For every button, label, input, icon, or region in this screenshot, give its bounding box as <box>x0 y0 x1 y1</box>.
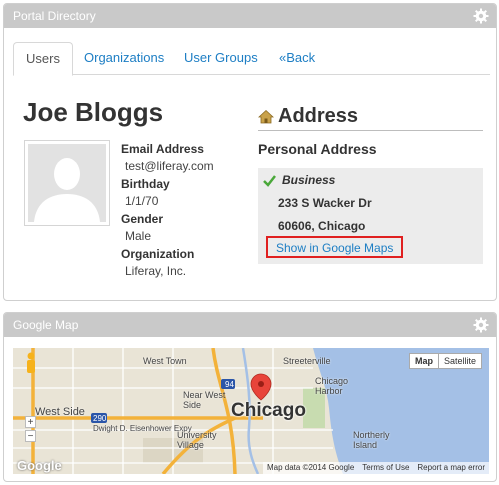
portlet-title: Google Map <box>13 318 79 332</box>
personal-address-heading: Personal Address <box>258 141 377 157</box>
portlet-title: Portal Directory <box>13 9 96 23</box>
birthday-value: 1/1/70 <box>125 194 159 208</box>
map-label: West Side <box>35 406 85 418</box>
address-type-label: Business <box>282 173 336 187</box>
map-label: University Village <box>177 430 217 450</box>
map-type-button-map[interactable]: Map <box>409 353 439 369</box>
address-type: Business <box>263 173 335 187</box>
google-map-portlet: Google Map 94 290 West Town Streetervill… <box>3 312 497 482</box>
portal-directory-portlet: Portal Directory Users Organizations Use… <box>3 3 497 301</box>
gear-icon[interactable] <box>473 8 489 24</box>
map-label: Chicago Harbor <box>315 376 349 396</box>
address-card: Business 233 S Wacker Dr 60606, Chicago … <box>258 168 483 264</box>
gender-value: Male <box>125 229 152 243</box>
report-map-error-link[interactable]: Report a map error <box>417 462 485 474</box>
city-zip: 60606, Chicago <box>278 219 366 233</box>
tab-bar: Users Organizations User Groups «Back <box>13 38 490 76</box>
user-info: Email Address test@liferay.com Birthday … <box>121 140 214 280</box>
check-icon <box>263 174 276 187</box>
terms-of-use-link[interactable]: Terms of Use <box>362 462 409 474</box>
user-name: Joe Bloggs <box>23 97 164 127</box>
gear-icon[interactable] <box>473 317 489 333</box>
highway-label: 94 <box>225 380 234 389</box>
back-link[interactable]: «Back <box>267 42 327 75</box>
organization-label: Organization <box>121 247 195 261</box>
map-label: West Town <box>143 356 187 366</box>
zoom-control: + − <box>25 416 36 444</box>
tab-organizations[interactable]: Organizations <box>72 42 176 75</box>
city-label: Chicago <box>231 400 306 421</box>
zoom-out-button[interactable]: − <box>25 430 36 442</box>
map-label: Dwight D. Eisenhower Expy <box>93 424 192 433</box>
show-in-google-maps-link[interactable]: Show in Google Maps <box>266 236 404 258</box>
email-value: test@liferay.com <box>125 159 214 173</box>
organization-value: Liferay, Inc. <box>125 264 187 278</box>
map-footer: Map data ©2014 Google Terms of Use Repor… <box>262 462 489 474</box>
birthday-label: Birthday <box>121 177 170 191</box>
portlet-header: Google Map <box>4 313 496 337</box>
google-map[interactable]: 94 290 West Town Streeterville Chicago H… <box>13 348 489 474</box>
map-label: Streeterville <box>283 356 331 366</box>
portlet-header: Portal Directory <box>4 4 496 28</box>
tab-users[interactable]: Users <box>13 42 73 76</box>
google-logo: Google <box>17 458 62 473</box>
map-label: Northerly Island <box>353 430 390 450</box>
gender-label: Gender <box>121 212 164 226</box>
home-icon <box>258 109 274 123</box>
email-label: Email Address <box>121 142 204 156</box>
map-data-attribution: Map data ©2014 Google <box>266 463 355 472</box>
tab-user-groups[interactable]: User Groups <box>172 42 270 75</box>
address-heading: Address <box>258 103 483 131</box>
address-heading-label: Address <box>278 105 359 127</box>
highway-label: 290 <box>93 414 107 423</box>
street-address: 233 S Wacker Dr <box>278 196 372 210</box>
map-type-button-satellite[interactable]: Satellite <box>438 353 483 369</box>
user-silhouette-icon <box>28 144 106 222</box>
zoom-in-button[interactable]: + <box>25 416 36 428</box>
avatar <box>24 140 110 226</box>
